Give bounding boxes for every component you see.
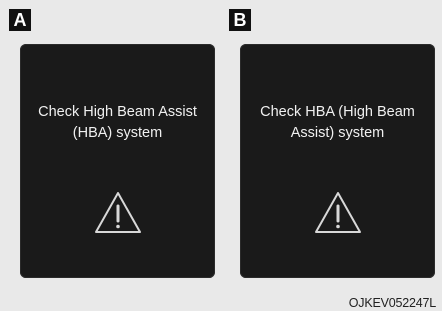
warning-message-a: Check High Beam Assist (HBA) system — [38, 104, 197, 141]
panel-a: A Check High Beam Assist (HBA) system — [0, 0, 222, 311]
cluster-display-b: Check HBA (High Beam Assist) system — [240, 44, 435, 278]
panel-label-a: A — [9, 9, 31, 31]
panel-b: B Check HBA (High Beam Assist) system — [220, 0, 442, 311]
figure: A Check High Beam Assist (HBA) system B … — [0, 0, 442, 311]
warning-triangle-icon — [315, 192, 361, 233]
figure-reference-code: OJKEV052247L — [348, 296, 436, 310]
warning-message-b: Check HBA (High Beam Assist) system — [260, 104, 415, 141]
cluster-display-a: Check High Beam Assist (HBA) system — [20, 44, 215, 278]
warning-triangle-icon — [95, 192, 141, 233]
panel-label-b: B — [229, 9, 251, 31]
